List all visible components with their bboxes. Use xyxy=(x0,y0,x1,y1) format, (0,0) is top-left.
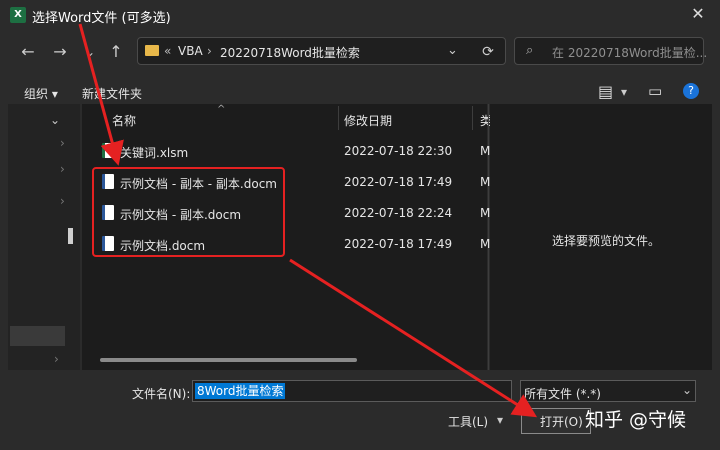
annotation-arrow xyxy=(78,23,124,166)
annotation-arrows xyxy=(78,23,538,418)
annotation-arrow xyxy=(289,258,538,418)
